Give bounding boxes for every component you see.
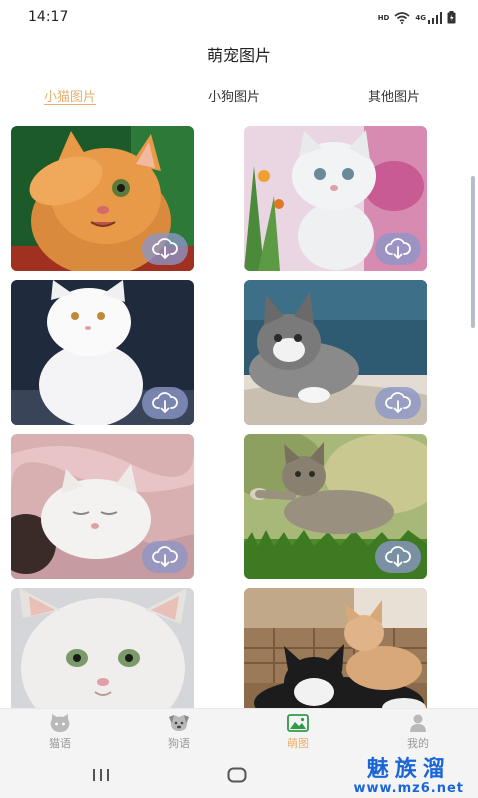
person-icon (410, 714, 426, 732)
scrollbar[interactable] (471, 176, 475, 328)
photo-card[interactable] (11, 126, 194, 271)
dog-face-icon (169, 715, 189, 731)
battery-icon (447, 11, 456, 24)
cloud-download-icon (152, 238, 178, 260)
nav-cute-pictures[interactable]: 萌图 (258, 713, 338, 751)
photo-card[interactable] (244, 434, 427, 579)
screen: 14:17 HD 4G 萌宠图片 小猫图片 小狗图片 其他图片 猫语 狗语 萌图… (0, 0, 478, 798)
cloud-download-icon (152, 392, 178, 414)
nav-mine[interactable]: 我的 (378, 713, 458, 751)
cloud-download-icon (385, 546, 411, 568)
page-title: 萌宠图片 (206, 46, 271, 65)
nav-label: 萌图 (287, 737, 309, 750)
signal-icon (428, 11, 442, 24)
cat-photo (11, 588, 194, 708)
cloud-download-icon (152, 546, 178, 568)
cat-photo (244, 588, 427, 708)
download-button[interactable] (375, 541, 421, 573)
cloud-download-icon (385, 238, 411, 260)
hd-indicator: HD (377, 13, 390, 22)
watermark: 魅族溜 www.mz6.net (353, 758, 464, 796)
tab-dog-pictures[interactable]: 小狗图片 (208, 86, 260, 105)
download-button[interactable] (375, 233, 421, 265)
photo-grid (0, 126, 478, 708)
nav-label: 猫语 (49, 737, 71, 750)
nav-cat-language[interactable]: 猫语 (20, 713, 100, 751)
photo-card[interactable] (11, 588, 194, 708)
photo-card[interactable] (244, 126, 427, 271)
cloud-download-icon (385, 392, 411, 414)
nav-dog-language[interactable]: 狗语 (139, 713, 219, 751)
download-button[interactable] (142, 387, 188, 419)
nav-label: 狗语 (168, 737, 190, 750)
nav-label: 我的 (407, 737, 429, 750)
home-icon[interactable] (227, 767, 247, 783)
bottom-nav: 猫语 狗语 萌图 我的 (0, 708, 478, 756)
watermark-title: 魅族溜 (366, 757, 451, 782)
status-time: 14:17 (28, 9, 69, 25)
recent-apps-icon[interactable] (92, 768, 110, 782)
photo-card[interactable] (244, 588, 427, 708)
tab-cat-pictures[interactable]: 小猫图片 (44, 86, 96, 105)
status-bar: 14:17 HD 4G (0, 0, 478, 36)
network-type: 4G (415, 13, 426, 22)
category-tabs: 小猫图片 小狗图片 其他图片 (0, 86, 478, 110)
cat-face-icon (50, 714, 70, 732)
watermark-url: www.mz6.net (353, 781, 464, 796)
wifi-icon (394, 11, 410, 24)
download-button[interactable] (142, 541, 188, 573)
photo-card[interactable] (244, 280, 427, 425)
status-icons: HD 4G (378, 11, 456, 24)
tab-other-pictures[interactable]: 其他图片 (368, 86, 420, 105)
download-button[interactable] (142, 233, 188, 265)
photo-card[interactable] (11, 280, 194, 425)
download-button[interactable] (375, 387, 421, 419)
image-icon (287, 714, 309, 732)
photo-card[interactable] (11, 434, 194, 579)
